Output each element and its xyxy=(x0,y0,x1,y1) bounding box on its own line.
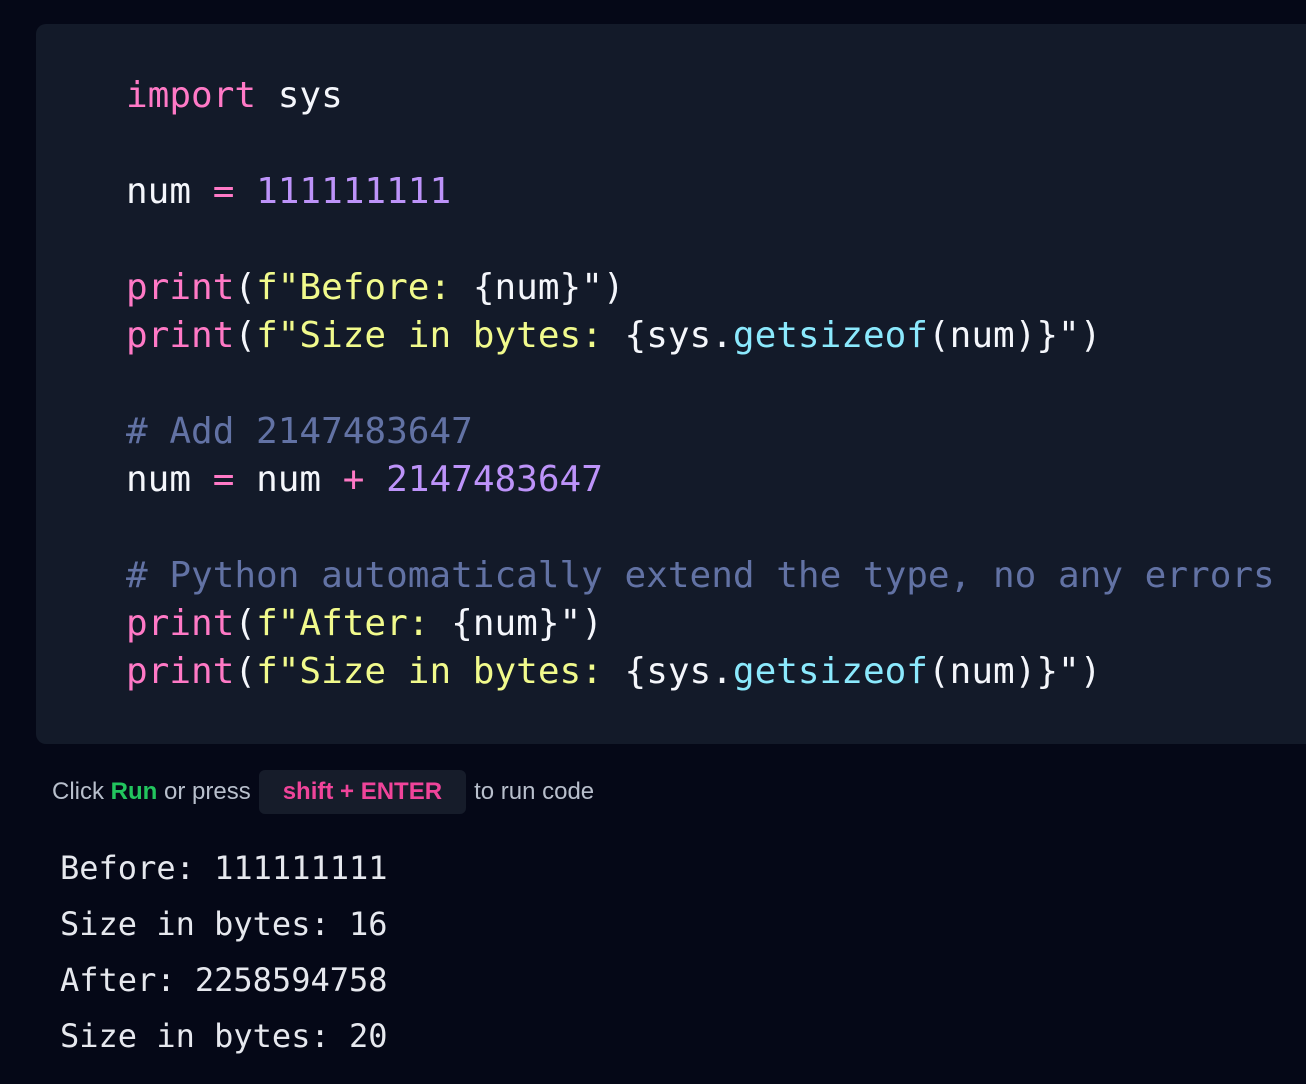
shortcut-badge: shift + ENTER xyxy=(258,770,467,814)
keyword-import: import xyxy=(126,75,257,116)
method-args: (num)} xyxy=(927,315,1059,356)
code-line-11: # Python automatically extend the type, … xyxy=(126,552,1275,600)
code-editor[interactable]: import sys num = 111111111 print(f"Befor… xyxy=(36,24,1306,744)
paren: ( xyxy=(234,651,257,692)
fstring-expression: {sys. xyxy=(624,651,733,692)
variable: num xyxy=(126,459,192,500)
number-literal: 111111111 xyxy=(256,171,452,212)
paren: ( xyxy=(234,315,257,356)
output-line: Size in bytes: 16 xyxy=(60,905,388,943)
module-name: sys xyxy=(256,75,343,116)
comment: # Add 2147483647 xyxy=(126,411,473,452)
hint-middle: or press xyxy=(157,778,251,805)
paren: ( xyxy=(234,267,257,308)
hint-suffix: to run code xyxy=(474,778,595,805)
string-literal: f"After: xyxy=(256,603,452,644)
number-literal: 2147483647 xyxy=(364,459,603,500)
code-line-6: print(f"Size in bytes: {sys.getsizeof(nu… xyxy=(126,312,1101,360)
run-hint: Click Run or press shift + ENTER to run co… xyxy=(52,770,594,814)
string-close: ") xyxy=(1058,651,1102,692)
assign-operator: = xyxy=(191,459,257,500)
string-close: ") xyxy=(581,267,625,308)
function-print: print xyxy=(126,267,235,308)
string-literal: f"Size in bytes: xyxy=(256,651,625,692)
code-line-8: # Add 2147483647 xyxy=(126,408,473,456)
output-console: Before: 111111111 Size in bytes: 16 Afte… xyxy=(60,840,388,1064)
fstring-expression: {num} xyxy=(472,267,582,308)
method-name: getsizeof xyxy=(732,651,928,692)
code-line-5: print(f"Before: {num}") xyxy=(126,264,625,312)
output-line: Before: 111111111 xyxy=(60,849,388,887)
assign-operator: = xyxy=(191,171,257,212)
variable: num xyxy=(256,459,343,500)
output-line: After: 2258594758 xyxy=(60,961,388,999)
function-print: print xyxy=(126,315,235,356)
string-close: ") xyxy=(559,603,603,644)
code-line-1: import sys xyxy=(126,72,343,120)
comment: # Python automatically extend the type, … xyxy=(126,555,1275,596)
string-close: ") xyxy=(1058,315,1102,356)
hint-prefix: Click xyxy=(52,778,111,805)
fstring-expression: {num} xyxy=(451,603,560,644)
variable: num xyxy=(126,171,192,212)
plus-operator: + xyxy=(342,459,365,500)
code-line-9: num = num + 2147483647 xyxy=(126,456,603,504)
fstring-expression: {sys. xyxy=(624,315,733,356)
method-name: getsizeof xyxy=(732,315,928,356)
function-print: print xyxy=(126,603,235,644)
function-print: print xyxy=(126,651,235,692)
code-line-13: print(f"Size in bytes: {sys.getsizeof(nu… xyxy=(126,648,1101,696)
run-button[interactable]: Run xyxy=(111,778,158,806)
code-line-12: print(f"After: {num}") xyxy=(126,600,603,648)
paren: ( xyxy=(234,603,257,644)
method-args: (num)} xyxy=(927,651,1059,692)
string-literal: f"Size in bytes: xyxy=(256,315,625,356)
code-line-3: num = 111111111 xyxy=(126,168,451,216)
string-literal: f"Before: xyxy=(256,267,473,308)
output-line: Size in bytes: 20 xyxy=(60,1017,388,1055)
